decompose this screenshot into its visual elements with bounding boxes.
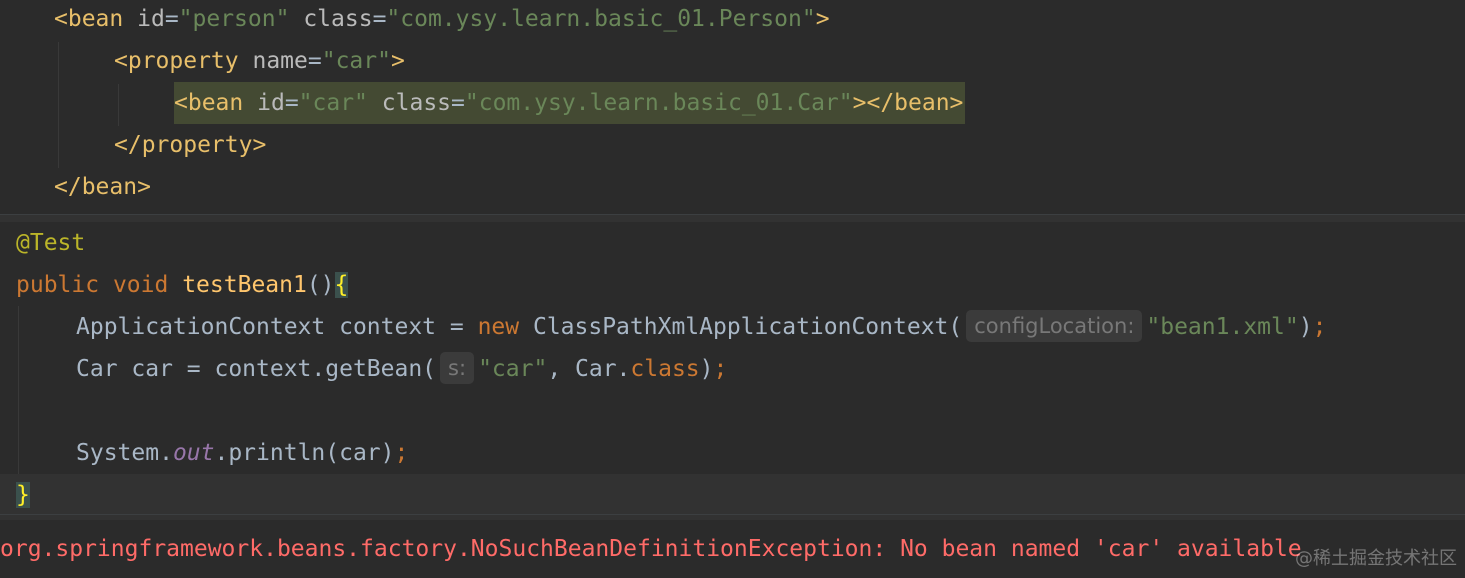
xml-tag: <bean (54, 6, 124, 32)
semicolon: ; (1312, 314, 1327, 340)
xml-tag: ></bean> (852, 90, 964, 116)
indent-guide (118, 84, 119, 126)
xml-tag: <bean (174, 90, 244, 116)
error-message: org.springframework.beans.factory.NoSuch… (0, 536, 1302, 562)
semicolon: ; (394, 440, 409, 466)
xml-attr: name (252, 48, 308, 74)
static-field: out (172, 440, 215, 466)
code-text: ) (1298, 314, 1313, 340)
semicolon: ; (713, 356, 728, 382)
parameter-hint: s: (440, 352, 475, 384)
xml-line-property[interactable]: <property name="car"> (114, 40, 405, 82)
xml-eq: = (372, 6, 387, 32)
method-name: testBean1 (182, 272, 307, 298)
code-text: ) (699, 356, 714, 382)
java-line-println[interactable]: System.out.println(car); (76, 432, 408, 474)
code-text: Car car = context.getBean( (76, 356, 437, 382)
matched-brace: { (334, 272, 349, 298)
xml-tag: <property (114, 48, 239, 74)
xml-line-property-close[interactable]: </property> (114, 124, 266, 166)
xml-eq: = (284, 90, 299, 116)
xml-eq: = (164, 6, 179, 32)
xml-tag: > (815, 6, 830, 32)
xml-tag: </property> (114, 132, 267, 158)
console-error-line[interactable]: org.springframework.beans.factory.NoSuch… (0, 528, 1302, 570)
xml-editor-pane[interactable]: <bean id="person" class="com.ysy.learn.b… (0, 0, 1465, 214)
keyword: new (477, 314, 520, 340)
annotation: @Test (16, 230, 86, 256)
code-text: context = (325, 314, 478, 340)
xml-attr: class (303, 6, 373, 32)
type-name: ApplicationContext (76, 314, 326, 340)
java-line-signature[interactable]: public void testBean1(){ (16, 264, 349, 306)
matched-brace: } (16, 482, 30, 508)
string-literal: "car" (478, 356, 548, 382)
java-line-close-brace[interactable]: } (16, 474, 30, 514)
xml-value: "com.ysy.learn.basic_01.Car" (464, 90, 853, 116)
xml-value: "car" (298, 90, 368, 116)
xml-value: "com.ysy.learn.basic_01.Person" (386, 6, 816, 32)
xml-attr: id (257, 90, 285, 116)
xml-tag: </bean> (54, 174, 151, 200)
current-line-highlight (0, 474, 1465, 514)
java-line-getbean[interactable]: Car car = context.getBean(s: "car", Car.c… (76, 348, 727, 390)
code-text: System. (76, 440, 173, 466)
java-line-annotation[interactable]: @Test (16, 222, 85, 264)
indent-guide (18, 306, 19, 474)
code-text: ClassPathXmlApplicationContext( (519, 314, 963, 340)
parens: () (306, 272, 335, 298)
xml-attr: class (381, 90, 452, 116)
console-pane[interactable]: org.springframework.beans.factory.NoSuch… (0, 520, 1465, 578)
indent-guide (58, 42, 59, 168)
xml-eq: = (451, 90, 465, 116)
watermark: @稀土掘金技术社区 (1295, 548, 1457, 569)
keyword: class (630, 356, 700, 382)
java-editor-pane[interactable]: @Test public void testBean1(){ Applicati… (0, 222, 1465, 514)
xml-line-bean-person[interactable]: <bean id="person" class="com.ysy.learn.b… (54, 0, 830, 40)
keyword: void (112, 272, 169, 298)
string-literal: "bean1.xml" (1146, 314, 1299, 340)
java-line-context[interactable]: ApplicationContext context = new ClassPa… (76, 306, 1326, 348)
keyword: public (16, 272, 100, 298)
code-text: .println(car) (214, 440, 395, 466)
xml-value: "car" (321, 48, 391, 74)
xml-eq: = (307, 48, 322, 74)
xml-line-bean-car[interactable]: <bean id="car" class="com.ysy.learn.basi… (174, 82, 966, 124)
code-text: , Car. (547, 356, 631, 382)
xml-tag: > (390, 48, 405, 74)
parameter-hint: configLocation: (966, 310, 1143, 342)
xml-value: "person" (178, 6, 290, 32)
xml-attr: id (137, 6, 165, 32)
xml-line-bean-close[interactable]: </bean> (54, 166, 151, 208)
